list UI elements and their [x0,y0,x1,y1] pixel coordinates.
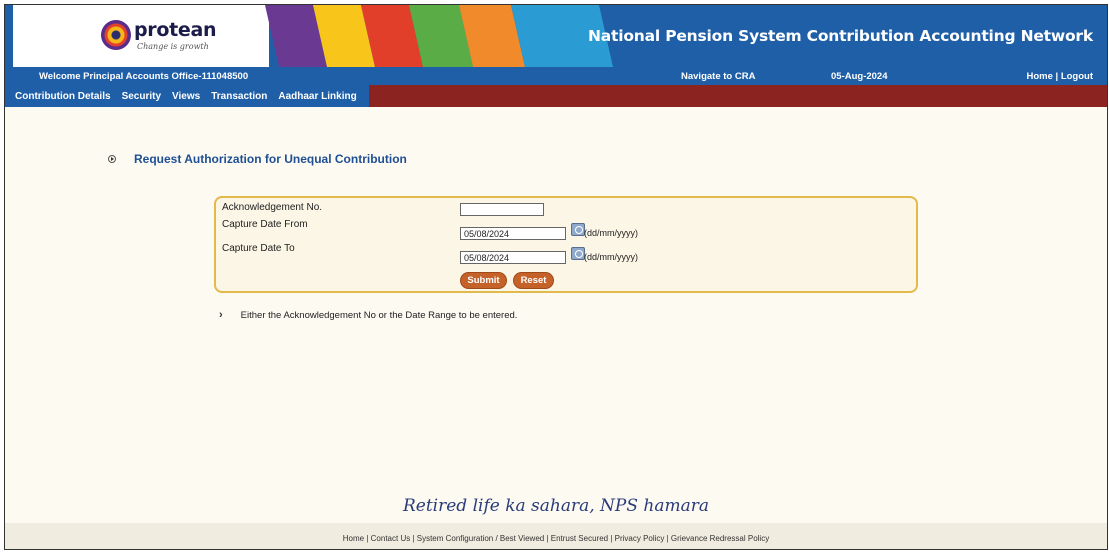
calendar-from-icon[interactable] [571,223,585,236]
menu-bar: Contribution Details Security Views Tran… [5,85,1107,107]
submit-button[interactable]: Submit [460,272,507,289]
reset-button[interactable]: Reset [513,272,554,289]
page-title: Request Authorization for Unequal Contri… [134,152,407,166]
footer: Home | Contact Us | System Configuration… [5,523,1107,549]
ack-no-input[interactable] [460,203,544,216]
instruction-note: › Either the Acknowledgement No or the D… [219,309,517,321]
header-color-stripes [265,5,613,67]
browser-page: protean Change is growth National Pensio… [4,4,1108,550]
menu-aadhaar-linking[interactable]: Aadhaar Linking [278,91,356,102]
navigate-to-cra-link[interactable]: Navigate to CRA [681,71,755,82]
bullet-icon [108,155,116,163]
chevron-right-icon: › [219,309,223,321]
menu-transaction[interactable]: Transaction [211,91,267,102]
info-bar: Welcome Principal Accounts Office-111048… [5,67,1107,85]
page-heading: Request Authorization for Unequal Contri… [108,152,407,166]
nps-tagline: Retired life ka sahara, NPS hamara [402,496,710,516]
date-format-hint-from: (dd/mm/yyyy) [584,228,638,238]
search-form-panel: Acknowledgement No. Capture Date From (d… [214,196,918,293]
date-format-hint-to: (dd/mm/yyyy) [584,252,638,262]
ack-no-label: Acknowledgement No. [222,202,323,213]
current-date: 05-Aug-2024 [831,71,888,82]
site-header: protean Change is growth National Pensio… [5,5,1107,67]
home-logout-links[interactable]: Home | Logout [1026,71,1093,82]
capture-date-from-input[interactable] [460,227,566,240]
capture-date-from-label: Capture Date From [222,219,308,230]
logo-name: protean [134,19,217,41]
capture-date-to-label: Capture Date To [222,243,295,254]
calendar-to-icon[interactable] [571,247,585,260]
instruction-text: Either the Acknowledgement No or the Dat… [240,309,518,321]
footer-links[interactable]: Home | Contact Us | System Configuration… [343,534,769,543]
logo-tagline: Change is growth [137,42,209,51]
main-menu: Contribution Details Security Views Tran… [5,85,369,107]
welcome-text: Welcome Principal Accounts Office-111048… [39,71,249,82]
protean-logo-icon [101,20,131,50]
capture-date-to-input[interactable] [460,251,566,264]
menu-views[interactable]: Views [172,91,200,102]
site-title: National Pension System Contribution Acc… [587,27,1093,45]
menu-security[interactable]: Security [122,91,161,102]
logo[interactable]: protean Change is growth [13,5,269,67]
menu-contribution-details[interactable]: Contribution Details [15,91,111,102]
